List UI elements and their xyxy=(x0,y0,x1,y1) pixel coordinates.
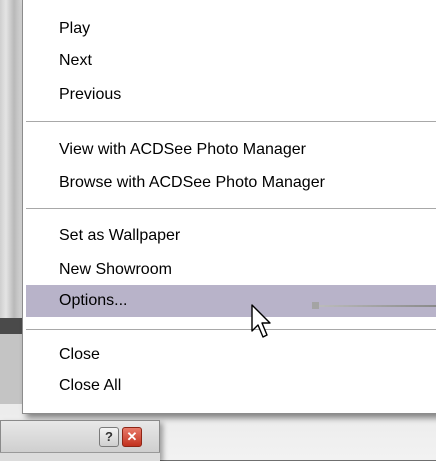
menu-item-close[interactable]: Close xyxy=(26,339,436,371)
help-button[interactable]: ? xyxy=(99,427,119,447)
menu-item-next[interactable]: Next xyxy=(26,45,436,77)
menu-item-new-showroom[interactable]: New Showroom xyxy=(26,254,436,286)
slider-knob[interactable] xyxy=(312,302,319,309)
menu-item-options[interactable]: Options... xyxy=(26,285,436,317)
menu-separator xyxy=(26,329,436,331)
desktop-background-strip xyxy=(0,0,22,318)
slider-track[interactable] xyxy=(315,305,436,307)
menu-item-set-wallpaper[interactable]: Set as Wallpaper xyxy=(26,220,436,252)
menu-separator xyxy=(26,121,436,123)
menu-item-view-acdsee[interactable]: View with ACDSee Photo Manager xyxy=(26,134,436,166)
menu-item-play[interactable]: Play xyxy=(26,13,436,45)
menu-separator xyxy=(26,208,436,210)
arrow-cursor-icon xyxy=(251,304,271,338)
menu-item-previous[interactable]: Previous xyxy=(26,79,436,111)
context-menu: Play Next Previous View with ACDSee Phot… xyxy=(22,0,436,414)
menu-item-close-all[interactable]: Close All xyxy=(26,370,436,402)
close-icon[interactable]: ✕ xyxy=(122,427,142,447)
menu-item-browse-acdsee[interactable]: Browse with ACDSee Photo Manager xyxy=(26,167,436,199)
